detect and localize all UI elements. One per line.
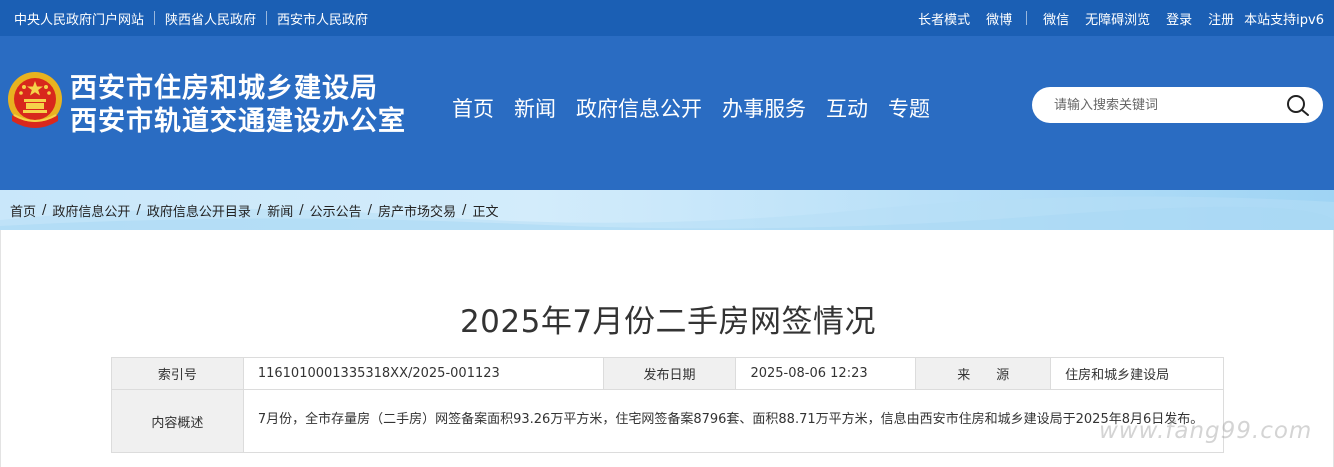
breadcrumb-news[interactable]: 新闻 [267, 201, 293, 220]
main-nav: 首页 新闻 政府信息公开 办事服务 互动 专题 [452, 93, 950, 123]
index-value: 1161010001335318XX/2025-001123 [242, 357, 604, 390]
summary-value: 7月份，全市存量房（二手房）网签备案面积93.26万平方米，住宅网签备案8796… [242, 389, 1225, 453]
link-elder-mode[interactable]: 长者模式 [918, 9, 970, 28]
search-input[interactable] [1054, 95, 1274, 115]
site-header: 西安市住房和城乡建设局 西安市轨道交通建设办公室 首页 新闻 政府信息公开 办事… [0, 36, 1334, 190]
breadcrumb-separator: / [299, 202, 304, 218]
link-weibo[interactable]: 微博 [986, 9, 1012, 28]
link-register[interactable]: 注册 [1208, 9, 1234, 28]
breadcrumb-gov-info-catalog[interactable]: 政府信息公开目录 [147, 201, 251, 220]
link-central-government[interactable]: 中央人民政府门户网站 [14, 9, 144, 28]
breadcrumb-current: 正文 [472, 204, 499, 220]
nav-home[interactable]: 首页 [452, 93, 494, 123]
site-title-line1: 西安市住房和城乡建设局 [70, 73, 378, 104]
top-bar: 中央人民政府门户网站 陕西省人民政府 西安市人民政府 长者模式 微博 微信 无障… [0, 0, 1334, 36]
link-shaanxi-government[interactable]: 陕西省人民政府 [165, 9, 256, 28]
breadcrumb-bar: 首页 / 政府信息公开 / 政府信息公开目录 / 新闻 / 公示公告 / 房产市… [0, 190, 1334, 230]
breadcrumb-separator: / [42, 202, 47, 218]
date-value: 2025-08-06 12:23 [735, 357, 917, 390]
nav-news[interactable]: 新闻 [514, 93, 556, 123]
breadcrumb-housing-market[interactable]: 房产市场交易 [378, 201, 456, 220]
top-bar-right-links: 长者模式 微博 微信 无障碍浏览 登录 注册 本站支持ipv6 [902, 0, 1324, 36]
link-xian-government[interactable]: 西安市人民政府 [277, 9, 368, 28]
national-emblem-icon [8, 72, 62, 128]
article-content: 2025年7月份二手房网签情况 索引号 1161010001335318XX/2… [0, 230, 1334, 467]
divider [154, 11, 156, 25]
link-accessibility[interactable]: 无障碍浏览 [1085, 9, 1150, 28]
breadcrumb-separator: / [256, 202, 262, 218]
divider [1026, 11, 1028, 25]
breadcrumb: 首页 / 政府信息公开 / 政府信息公开目录 / 新闻 / 公示公告 / 房产市… [10, 190, 498, 230]
breadcrumb-separator: / [136, 202, 141, 218]
nav-services[interactable]: 办事服务 [722, 93, 806, 123]
source-value: 住房和城乡建设局 [1050, 357, 1224, 390]
article-title: 2025年7月份二手房网签情况 [459, 304, 877, 340]
meta-row: 索引号 1161010001335318XX/2025-001123 发布日期 … [111, 357, 1224, 390]
meta-row: 内容概述 7月份，全市存量房（二手房）网签备案面积93.26万平方米，住宅网签备… [111, 389, 1225, 453]
source-label: 来 源 [915, 357, 1052, 390]
top-bar-left-links: 中央人民政府门户网站 陕西省人民政府 西安市人民政府 [14, 0, 368, 36]
nav-topics[interactable]: 专题 [888, 93, 930, 123]
link-wechat[interactable]: 微信 [1043, 9, 1069, 28]
article-meta-table: 索引号 1161010001335318XX/2025-001123 发布日期 … [111, 357, 1225, 453]
watermark: www.fang99.com [1099, 418, 1313, 444]
search-box [1032, 87, 1323, 123]
site-title-line2: 西安市轨道交通建设办公室 [70, 106, 406, 137]
site-title: 西安市住房和城乡建设局 西安市轨道交通建设办公室 [70, 73, 406, 139]
breadcrumb-gov-info[interactable]: 政府信息公开 [52, 201, 130, 220]
date-label: 发布日期 [602, 357, 737, 390]
nav-interaction[interactable]: 互动 [826, 93, 868, 123]
link-login[interactable]: 登录 [1166, 9, 1192, 28]
summary-label: 内容概述 [111, 389, 244, 453]
breadcrumb-announcements[interactable]: 公示公告 [310, 201, 362, 220]
breadcrumb-separator: / [462, 202, 467, 218]
nav-gov-info[interactable]: 政府信息公开 [576, 93, 702, 123]
breadcrumb-home[interactable]: 首页 [10, 201, 36, 220]
breadcrumb-separator: / [367, 202, 373, 218]
search-icon[interactable] [1285, 93, 1311, 119]
index-label: 索引号 [111, 357, 244, 390]
divider [266, 11, 268, 25]
link-ipv6[interactable]: 本站支持ipv6 [1244, 9, 1324, 28]
